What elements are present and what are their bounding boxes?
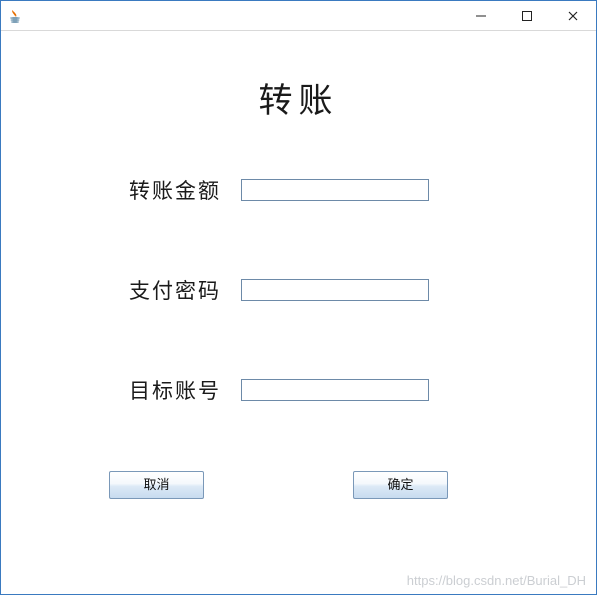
input-target-account[interactable] (241, 379, 429, 401)
row-transfer-amount: 转账金额 (111, 175, 429, 205)
app-window: 转账 转账金额 支付密码 目标账号 取消 确定 https://blog.csd… (0, 0, 597, 595)
input-pay-password[interactable] (241, 279, 429, 301)
row-pay-password: 支付密码 (111, 275, 429, 305)
form-heading: 转账 (1, 73, 596, 122)
close-button[interactable] (550, 1, 596, 30)
cancel-button[interactable]: 取消 (109, 471, 204, 499)
maximize-button[interactable] (504, 1, 550, 30)
titlebar-left (7, 8, 29, 24)
java-icon (7, 8, 23, 24)
label-transfer-amount: 转账金额 (111, 175, 221, 205)
label-target-account: 目标账号 (111, 375, 221, 405)
window-controls (458, 1, 596, 30)
label-pay-password: 支付密码 (111, 275, 221, 305)
watermark: https://blog.csdn.net/Burial_DH (407, 573, 586, 588)
client-area: 转账 转账金额 支付密码 目标账号 取消 确定 https://blog.csd… (1, 31, 596, 594)
input-transfer-amount[interactable] (241, 179, 429, 201)
ok-button[interactable]: 确定 (353, 471, 448, 499)
titlebar (1, 1, 596, 31)
minimize-button[interactable] (458, 1, 504, 30)
row-target-account: 目标账号 (111, 375, 429, 405)
